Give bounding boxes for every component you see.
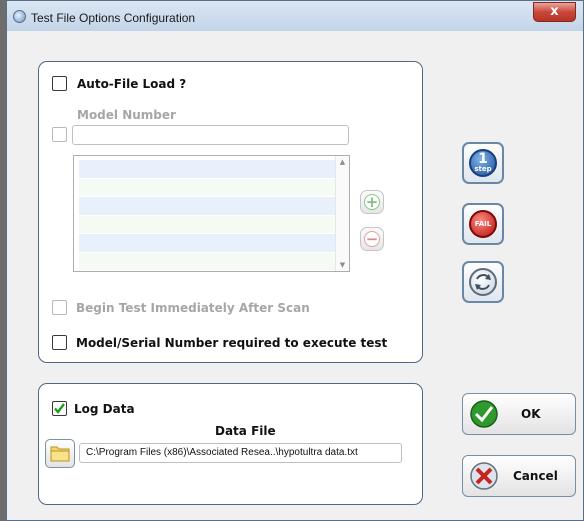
auto-file-load-label: Auto-File Load ?	[77, 77, 187, 91]
list-item[interactable]	[79, 252, 335, 271]
step-text: step	[474, 165, 492, 173]
fail-icon: FAIL	[469, 210, 497, 238]
app-icon	[13, 10, 26, 23]
model-number-list[interactable]: ▲ ▼	[73, 155, 350, 272]
log-data-group: Log Data Data File C:\Program Files (x86…	[38, 383, 423, 505]
list-item[interactable]	[79, 197, 335, 216]
fail-button[interactable]: FAIL	[462, 203, 504, 245]
checkmark-icon	[470, 400, 498, 428]
serial-required-label: Model/Serial Number required to execute …	[76, 336, 388, 350]
begin-test-checkbox[interactable]	[52, 300, 67, 315]
folder-icon	[50, 446, 70, 462]
plus-icon: +	[364, 193, 380, 211]
step-button[interactable]: 1 step	[462, 142, 504, 184]
scroll-up-icon[interactable]: ▲	[336, 158, 349, 166]
cycle-button[interactable]	[462, 261, 504, 303]
cancel-button[interactable]: Cancel	[462, 455, 576, 497]
dialog-client-area: Auto-File Load ? Model Number ▲ ▼ + − Be…	[15, 31, 576, 520]
add-model-button[interactable]: +	[360, 190, 384, 214]
title-bar[interactable]: Test File Options Configuration x	[7, 1, 583, 31]
list-item[interactable]	[79, 160, 335, 179]
window-title: Test File Options Configuration	[31, 11, 196, 25]
dialog-window: Test File Options Configuration x Auto-F…	[6, 0, 584, 521]
model-number-checkbox[interactable]	[52, 127, 67, 142]
1-step-icon: 1 step	[469, 149, 497, 177]
begin-test-label: Begin Test Immediately After Scan	[76, 301, 310, 315]
cycle-icon	[469, 268, 497, 296]
list-scrollbar[interactable]: ▲ ▼	[335, 156, 349, 271]
serial-required-checkbox[interactable]	[52, 335, 67, 350]
list-rows	[74, 156, 349, 271]
browse-folder-button[interactable]	[45, 439, 75, 468]
minus-icon: −	[364, 230, 380, 248]
ok-button[interactable]: OK	[462, 393, 576, 435]
log-data-checkbox[interactable]	[52, 401, 67, 416]
model-number-label: Model Number	[77, 108, 176, 122]
refresh-arrows-icon	[475, 274, 491, 290]
list-item[interactable]	[79, 178, 335, 197]
ok-label: OK	[521, 407, 541, 421]
close-button[interactable]: x	[533, 2, 576, 22]
scroll-down-icon[interactable]: ▼	[336, 261, 349, 269]
data-file-label: Data File	[215, 424, 276, 438]
list-item[interactable]	[79, 215, 335, 234]
auto-file-load-checkbox[interactable]	[52, 76, 67, 91]
fail-text: FAIL	[474, 220, 492, 228]
cancel-label: Cancel	[513, 469, 558, 483]
checkmark-icon	[54, 403, 65, 414]
model-number-input[interactable]	[72, 125, 349, 145]
auto-file-group: Auto-File Load ? Model Number ▲ ▼ + − Be…	[38, 61, 423, 363]
cancel-x-icon	[470, 462, 498, 490]
list-item[interactable]	[79, 234, 335, 253]
data-file-path-input[interactable]: C:\Program Files (x86)\Associated Resea.…	[79, 443, 402, 463]
log-data-label: Log Data	[74, 402, 135, 416]
remove-model-button[interactable]: −	[360, 227, 384, 251]
